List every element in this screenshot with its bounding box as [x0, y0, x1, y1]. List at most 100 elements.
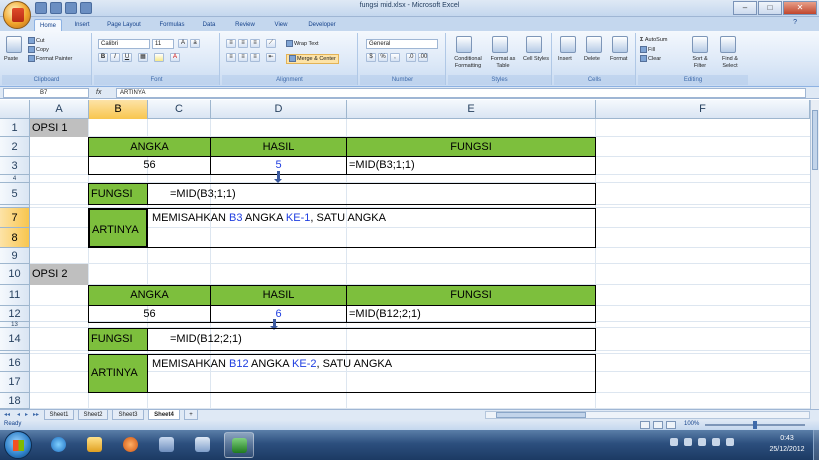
borders-icon[interactable]: ▦ [138, 53, 148, 62]
column-header-e[interactable]: E [347, 100, 596, 119]
opsi1-artinya-text[interactable]: MEMISAHKAN B3 ANGKA KE-1, SATU ANGKA [147, 208, 596, 248]
sort-filter-icon[interactable] [692, 36, 708, 53]
select-all-corner[interactable] [0, 100, 30, 119]
align-right-icon[interactable]: ≡ [250, 53, 260, 62]
notification-icon[interactable] [670, 438, 678, 446]
opsi2-artinya-text[interactable]: MEMISAHKAN B12 ANGKA KE-2, SATU ANGKA [147, 354, 596, 393]
next-sheet-icon[interactable]: ▸ [25, 411, 28, 418]
orientation-icon[interactable]: ⟋ [266, 39, 276, 48]
tab-page-layout[interactable]: Page Layout [102, 19, 146, 31]
opsi2-fungsi-cell[interactable]: =MID(B12;2;1) [346, 305, 596, 323]
font-color-icon[interactable]: A [170, 53, 180, 62]
show-desktop-button[interactable] [813, 430, 819, 460]
merge-center-button[interactable]: Merge & Center [286, 54, 339, 64]
taskbar-app[interactable] [152, 432, 182, 458]
format-painter-button[interactable]: Format Painter [28, 55, 72, 63]
horizontal-scrollbar[interactable] [485, 411, 810, 419]
cell-styles-button[interactable]: Cell Styles [522, 56, 550, 63]
zoom-slider-thumb[interactable] [753, 421, 757, 429]
row-header[interactable]: 12 [0, 306, 30, 322]
formula-input[interactable]: ARTINYA [116, 88, 806, 98]
row-header[interactable]: 11 [0, 285, 30, 306]
tab-insert[interactable]: Insert [70, 19, 94, 31]
sheet-tab-3[interactable]: Sheet3 [112, 410, 144, 420]
network-icon[interactable] [684, 438, 692, 446]
taskbar-app2[interactable] [188, 432, 218, 458]
row-header[interactable]: 8 [0, 228, 30, 248]
taskbar-ie[interactable] [44, 432, 74, 458]
insert-cells-icon[interactable] [560, 36, 576, 53]
column-header-d[interactable]: D [211, 100, 347, 119]
sort-filter-button[interactable]: Sort & Filter [686, 56, 714, 70]
opsi2-hasil-cell[interactable]: 6 [210, 305, 347, 323]
flag-icon[interactable] [698, 438, 706, 446]
row-header[interactable]: 17 [0, 372, 30, 393]
find-icon[interactable] [720, 36, 736, 53]
opsi2-angka-cell[interactable]: 56 [88, 305, 211, 323]
column-header-f[interactable]: F [596, 100, 810, 119]
opsi1-fungsi-cell[interactable]: =MID(B3;1;1) [346, 156, 596, 175]
row-header[interactable]: 14 [0, 328, 30, 351]
row-header[interactable]: 1 [0, 119, 30, 137]
currency-icon[interactable]: $ [366, 53, 376, 62]
function-icon[interactable]: fx [96, 88, 101, 98]
bold-button[interactable]: B [98, 53, 108, 62]
find-select-button[interactable]: Find & Select [716, 56, 744, 70]
maximize-button[interactable]: □ [758, 1, 782, 15]
zoom-level[interactable]: 100% [684, 421, 699, 427]
opsi1-angka-cell[interactable]: 56 [88, 156, 211, 175]
underline-button[interactable]: U [122, 53, 132, 62]
align-top-icon[interactable]: ≡ [226, 39, 236, 48]
clock[interactable]: 0:43 25/12/2012 [762, 433, 812, 455]
percent-icon[interactable]: % [378, 53, 388, 62]
row-header[interactable]: 5 [0, 183, 30, 205]
start-button[interactable] [4, 431, 32, 459]
office-button[interactable] [3, 1, 31, 29]
opsi2-fungsi-value[interactable]: =MID(B12;2;1) [147, 328, 596, 351]
number-format-select[interactable]: General [366, 39, 438, 49]
format-cells-icon[interactable] [612, 36, 628, 53]
taskbar-media[interactable] [116, 432, 146, 458]
increase-decimal-icon[interactable]: .0 [406, 53, 416, 62]
align-left-icon[interactable]: ≡ [226, 53, 236, 62]
zoom-slider[interactable] [705, 421, 805, 429]
tab-view[interactable]: View [270, 19, 292, 31]
tab-review[interactable]: Review [230, 19, 260, 31]
taskbar-explorer[interactable] [80, 432, 110, 458]
row-header[interactable]: 16 [0, 354, 30, 372]
tab-data[interactable]: Data [198, 19, 220, 31]
opsi1-artinya-label[interactable]: ARTINYA [88, 208, 148, 248]
first-sheet-icon[interactable]: ◂◂ [4, 411, 10, 418]
sheet-tab-4[interactable]: Sheet4 [148, 410, 180, 420]
help-icon[interactable]: ? [793, 19, 797, 26]
tab-home[interactable]: Home [34, 19, 62, 31]
opsi2-artinya-label[interactable]: ARTINYA [88, 354, 148, 393]
tab-formulas[interactable]: Formulas [155, 19, 189, 31]
insert-sheet-icon[interactable]: + [184, 410, 198, 420]
copy-button[interactable]: Copy [28, 46, 49, 54]
format-button[interactable]: Format [610, 56, 627, 63]
clear-button[interactable]: Clear [640, 55, 661, 63]
close-button[interactable]: ✕ [783, 1, 817, 15]
vertical-scrollbar[interactable] [810, 100, 819, 409]
volume-icon[interactable] [726, 438, 734, 446]
wrap-text-button[interactable]: Wrap Text [286, 40, 319, 48]
column-header-b[interactable]: B [89, 100, 148, 119]
fill-color-icon[interactable] [154, 53, 164, 62]
prev-sheet-icon[interactable]: ◂ [17, 411, 20, 418]
autosum-button[interactable]: Σ AutoSum [640, 37, 667, 44]
worksheet-grid[interactable]: 1 2 3 4 5 6 7 8 9 10 11 12 13 14 15 16 1… [0, 119, 810, 409]
page-layout-view-icon[interactable] [653, 421, 663, 429]
fill-button[interactable]: Fill [640, 46, 655, 54]
align-middle-icon[interactable]: ≡ [238, 39, 248, 48]
tab-developer[interactable]: Developer [302, 19, 342, 31]
name-box[interactable]: B7 [3, 88, 89, 98]
decrease-indent-icon[interactable]: ⇤ [266, 53, 276, 62]
last-sheet-icon[interactable]: ▸▸ [33, 411, 39, 418]
opsi1-fungsi-value[interactable]: =MID(B3;1;1) [147, 183, 596, 205]
taskbar-excel[interactable] [224, 432, 254, 458]
format-table-icon[interactable] [492, 36, 508, 53]
row-header[interactable]: 3 [0, 157, 30, 175]
shrink-font-button[interactable]: a [190, 39, 200, 48]
column-header-c[interactable]: C [148, 100, 211, 119]
